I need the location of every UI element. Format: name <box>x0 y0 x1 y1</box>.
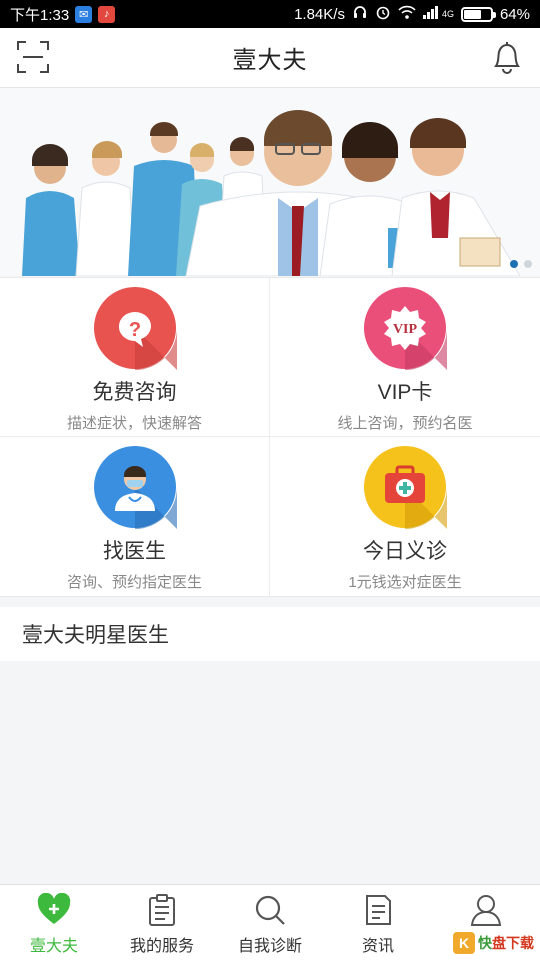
feature-free-clinic-today[interactable]: 今日义诊 1元钱选对症医生 <box>270 437 540 596</box>
tab-my-services[interactable]: 我的服务 <box>108 885 216 960</box>
doctors-banner-image <box>0 88 540 276</box>
carousel-indicator <box>510 260 532 268</box>
status-time: 下午1:33 <box>10 6 70 24</box>
user-icon <box>470 895 502 926</box>
svg-text:?: ? <box>128 319 140 341</box>
scan-icon[interactable] <box>16 40 50 74</box>
doctor-icon <box>93 446 177 529</box>
feature-find-doctor[interactable]: 找医生 咨询、预约指定医生 <box>0 437 270 596</box>
page-title: 壹大夫 <box>232 47 308 74</box>
app-header: 壹大夫 <box>0 28 540 88</box>
feature-title: VIP卡 <box>377 381 433 404</box>
network-type: 4G <box>441 9 454 19</box>
battery-percent: 64% <box>499 5 530 23</box>
feature-grid: ? 免费咨询 描述症状，快速解答 VIP VIP卡 线上咨询，预约名医 找医生 … <box>0 277 540 597</box>
feature-desc: 描述症状，快速解答 <box>66 415 202 432</box>
tab-label: 我的服务 <box>129 938 194 955</box>
feature-free-consult[interactable]: ? 免费咨询 描述症状，快速解答 <box>0 278 270 437</box>
status-bar: 下午1:33 ✉ ♪ 1.84K/s 4G 64% <box>0 0 540 28</box>
tab-label: 自我诊断 <box>237 938 302 955</box>
feature-title: 今日义诊 <box>363 540 447 563</box>
banner-carousel[interactable] <box>0 88 540 276</box>
star-doctors-section[interactable]: 壹大夫明星医生 <box>0 607 540 661</box>
question-bubble-icon: ? <box>93 287 177 370</box>
net-speed: 1.84K/s <box>294 5 345 23</box>
tab-label: 资讯 <box>361 938 394 955</box>
feature-desc: 线上咨询，预约名医 <box>337 415 473 432</box>
bottom-tab-bar: 壹大夫 我的服务 自我诊断 资讯 K 快盘下载 <box>0 884 540 960</box>
tab-label: 壹大夫 <box>29 938 78 955</box>
search-icon <box>255 895 285 925</box>
battery-icon <box>460 6 496 22</box>
medical-kit-icon <box>364 446 447 529</box>
notification-app-icon: ✉ <box>75 5 93 23</box>
notification-music-icon: ♪ <box>98 5 116 23</box>
carousel-dot[interactable] <box>510 260 518 268</box>
vip-badge-icon: VIP <box>364 287 447 370</box>
watermark-text: 快盘下载 <box>478 935 534 951</box>
feature-vip-card[interactable]: VIP VIP卡 线上咨询，预约名医 <box>270 278 540 437</box>
alarm-icon <box>375 4 391 24</box>
tab-home[interactable]: 壹大夫 <box>0 885 108 960</box>
feature-desc: 咨询、预约指定医生 <box>66 574 202 591</box>
tab-self-diagnosis[interactable]: 自我诊断 <box>216 885 324 960</box>
watermark-k-icon: K <box>453 932 475 954</box>
feature-title: 找医生 <box>103 540 166 563</box>
headphone-icon <box>352 4 368 24</box>
wifi-icon <box>398 4 416 24</box>
watermark-logo: K 快盘下载 <box>453 932 534 954</box>
svg-text:VIP: VIP <box>393 322 418 337</box>
clipboard-icon <box>149 894 175 926</box>
section-title: 壹大夫明星医生 <box>22 624 169 647</box>
bell-icon[interactable] <box>490 39 524 75</box>
document-icon <box>366 895 391 925</box>
carousel-dot[interactable] <box>524 260 532 268</box>
feature-desc: 1元钱选对症医生 <box>348 574 462 591</box>
feature-title: 免费咨询 <box>92 381 177 404</box>
heart-plus-icon <box>37 893 71 924</box>
tab-news[interactable]: 资讯 <box>324 885 432 960</box>
